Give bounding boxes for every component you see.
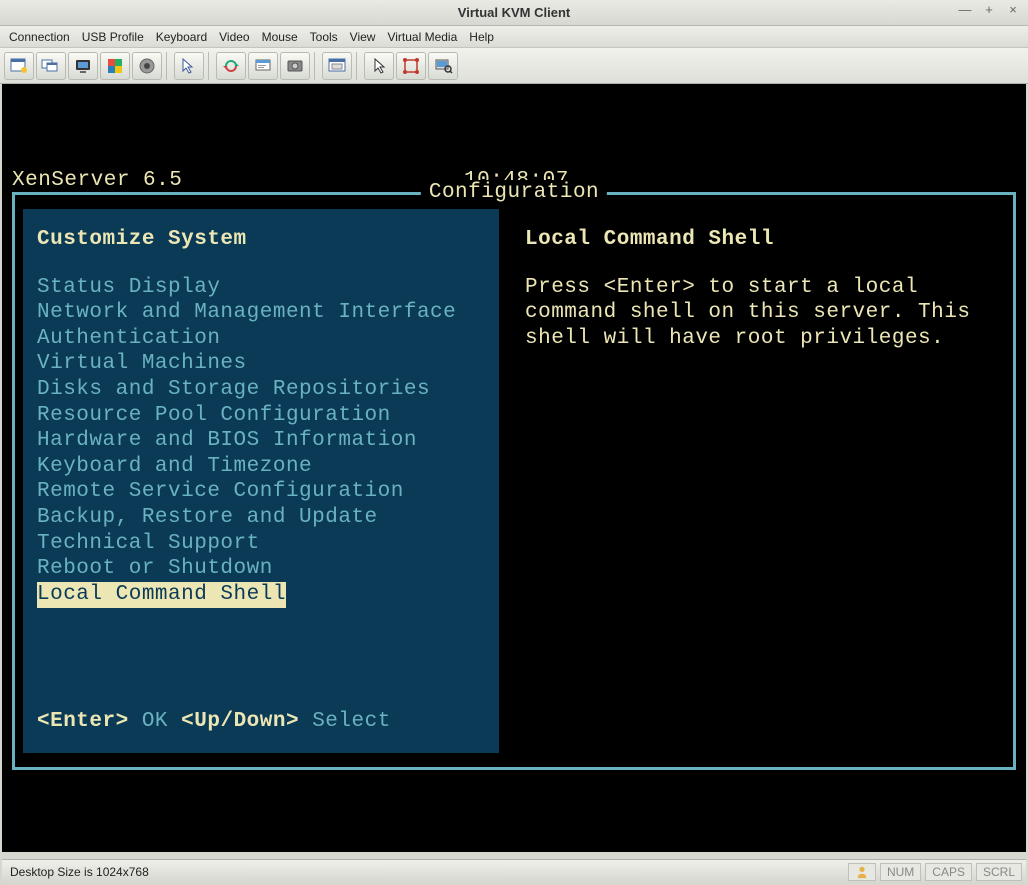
window-title: Virtual KVM Client (458, 5, 570, 20)
menu-view[interactable]: View (345, 28, 381, 46)
hint-updown-key: <Up/Down> (181, 710, 299, 733)
tool-video-settings-icon[interactable] (68, 52, 98, 80)
menu-item[interactable]: Remote Service Configuration (37, 479, 485, 505)
status-num: NUM (880, 863, 921, 881)
tool-cursor-icon[interactable] (174, 52, 204, 80)
menu-item[interactable]: Keyboard and Timezone (37, 454, 485, 480)
menu-item[interactable]: Reboot or Shutdown (37, 556, 485, 582)
status-user-icon (848, 863, 876, 881)
tool-fullscreen-icon[interactable] (322, 52, 352, 80)
tool-audio-icon[interactable] (132, 52, 162, 80)
hint-updown-action: Select (312, 710, 391, 733)
menu-item[interactable]: Local Command Shell (37, 582, 286, 608)
right-description: Press <Enter> to start a local command s… (525, 275, 991, 352)
menu-help[interactable]: Help (464, 28, 499, 46)
toolbar (0, 48, 1028, 84)
hint-enter-key: <Enter> (37, 710, 129, 733)
pane-spacer (37, 608, 485, 680)
close-button[interactable]: × (1004, 2, 1022, 17)
window-controls: — + × (956, 2, 1022, 17)
tool-scale-icon[interactable] (396, 52, 426, 80)
left-pane: Customize System Status DisplayNetwork a… (23, 209, 499, 753)
console-hostname: XenServer 6.5 (12, 168, 182, 194)
menu-item[interactable]: Backup, Restore and Update (37, 505, 485, 531)
minimize-button[interactable]: — (956, 2, 974, 17)
menu-item[interactable]: Resource Pool Configuration (37, 403, 485, 429)
key-hints: <Enter> OK <Up/Down> Select (37, 679, 485, 735)
menu-item[interactable]: Virtual Machines (37, 351, 485, 377)
hint-enter-action: OK (142, 710, 168, 733)
status-scrl: SCRL (976, 863, 1022, 881)
right-heading: Local Command Shell (525, 227, 991, 253)
toolbar-separator (314, 52, 318, 80)
menu-connection[interactable]: Connection (4, 28, 75, 46)
toolbar-separator (166, 52, 170, 80)
menu-tools[interactable]: Tools (305, 28, 343, 46)
menu-item[interactable]: Network and Management Interface (37, 300, 485, 326)
menu-item[interactable]: Technical Support (37, 531, 485, 557)
tool-sync-icon[interactable] (216, 52, 246, 80)
toolbar-separator (356, 52, 360, 80)
menu-bar: Connection USB Profile Keyboard Video Mo… (0, 26, 1028, 48)
menu-item[interactable]: Disks and Storage Repositories (37, 377, 485, 403)
maximize-button[interactable]: + (980, 2, 998, 17)
menu-mouse[interactable]: Mouse (257, 28, 303, 46)
menu-item[interactable]: Authentication (37, 326, 485, 352)
tool-single-cursor-icon[interactable] (364, 52, 394, 80)
config-frame: Configuration Customize System Status Di… (12, 192, 1016, 770)
menu-list[interactable]: Status DisplayNetwork and Management Int… (37, 275, 485, 608)
frame-title: Configuration (421, 180, 607, 206)
menu-keyboard[interactable]: Keyboard (151, 28, 212, 46)
toolbar-separator (208, 52, 212, 80)
tool-screenshot-icon[interactable] (248, 52, 278, 80)
menu-usb-profile[interactable]: USB Profile (77, 28, 149, 46)
tool-properties-icon[interactable] (4, 52, 34, 80)
menu-item[interactable]: Hardware and BIOS Information (37, 428, 485, 454)
status-bar: Desktop Size is 1024x768 NUM CAPS SCRL (2, 859, 1026, 883)
status-left: Desktop Size is 1024x768 (6, 865, 844, 879)
tool-target-screenshot-icon[interactable] (428, 52, 458, 80)
left-heading: Customize System (37, 227, 485, 253)
tool-profiles-icon[interactable] (36, 52, 66, 80)
kvm-console[interactable]: XenServer 6.5 10:48:07 Configuration Cus… (2, 84, 1026, 852)
status-caps: CAPS (925, 863, 972, 881)
right-pane: Local Command Shell Press <Enter> to sta… (511, 209, 1005, 753)
window-titlebar: Virtual KVM Client — + × (0, 0, 1028, 26)
menu-video[interactable]: Video (214, 28, 254, 46)
tool-media-icon[interactable] (280, 52, 310, 80)
menu-item[interactable]: Status Display (37, 275, 485, 301)
menu-virtual-media[interactable]: Virtual Media (382, 28, 462, 46)
tool-color-icon[interactable] (100, 52, 130, 80)
